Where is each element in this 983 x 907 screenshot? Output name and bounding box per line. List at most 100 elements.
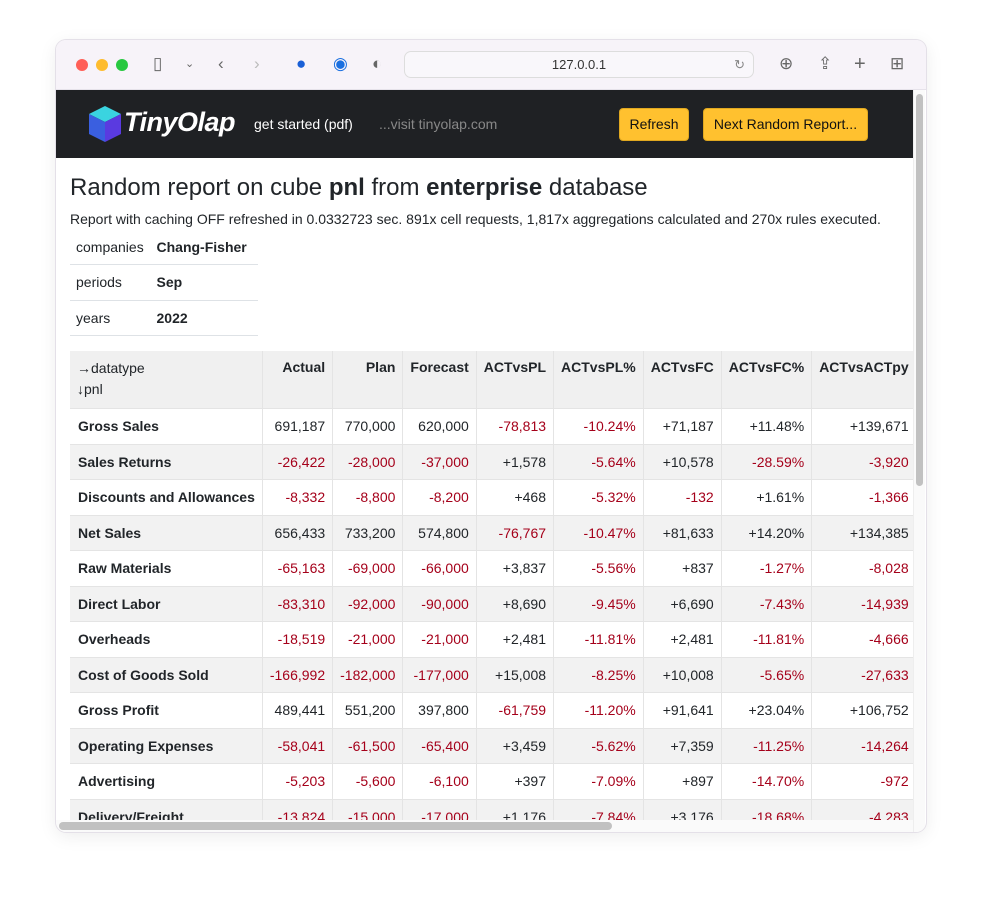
horizontal-scrollbar[interactable] — [56, 820, 913, 832]
context-member[interactable]: 2022 — [152, 300, 258, 336]
forward-icon[interactable]: › — [254, 54, 260, 74]
download-icon[interactable]: ⊕ — [779, 54, 793, 74]
share-icon[interactable]: ⇪ — [818, 54, 832, 74]
table-cell: -7.43% — [721, 585, 813, 622]
context-member[interactable]: Sep — [152, 264, 258, 301]
table-cell: -177,000 — [402, 656, 477, 693]
table-row: Gross Profit 489,441 551,200 397,800 -61,759… — [70, 692, 913, 728]
visit-site-link[interactable]: ...visit tinyolap.com — [379, 116, 497, 132]
chevron-down-icon[interactable]: ⌄ — [185, 54, 194, 74]
table-cell: +10,578 — [643, 443, 722, 480]
table-cell: -7.09% — [553, 763, 644, 799]
table-cell: +468 — [476, 479, 555, 515]
table-cell: +2,481 — [476, 621, 555, 657]
table-cell: -61,500 — [332, 727, 404, 764]
table-cell: +897 — [643, 763, 722, 799]
refresh-button[interactable]: Refresh — [619, 108, 689, 141]
table-row: Sales Returns -26,422 -28,000 -37,000 +1,578… — [70, 443, 913, 480]
table-row: Discounts and Allowances -8,332 -8,800 -8,2… — [70, 479, 913, 515]
row-label: Net Sales — [70, 514, 263, 551]
table-cell: -92,000 — [332, 585, 404, 622]
address-bar[interactable]: 127.0.0.1 ↻ — [404, 51, 754, 78]
table-cell: -132 — [643, 479, 722, 515]
table-cell: 620,000 — [402, 408, 477, 444]
zoom-window-button[interactable] — [116, 59, 128, 71]
table-cell: -11.81% — [721, 621, 813, 657]
table-cell: -65,400 — [402, 727, 477, 764]
next-random-report-button[interactable]: Next Random Report... — [703, 108, 868, 141]
table-cell: -1,366 — [811, 479, 913, 515]
table-cell: 656,433 — [262, 514, 334, 551]
sidebar-icon[interactable]: ▯ — [153, 54, 162, 74]
table-row: Operating Expenses -58,041 -61,500 -65,400 +… — [70, 727, 913, 764]
table-cell: -21,000 — [332, 621, 404, 657]
table-cell: -18,519 — [262, 621, 334, 657]
close-window-button[interactable] — [76, 59, 88, 71]
report-content: Random report on cube pnl from enterpris… — [56, 158, 913, 826]
table-cell: +837 — [643, 550, 722, 586]
tab-overview-icon[interactable]: ⊞ — [890, 54, 904, 74]
new-tab-icon[interactable]: + — [854, 54, 866, 74]
row-label: Sales Returns — [70, 443, 263, 480]
table-cell: +397 — [476, 763, 555, 799]
minimize-window-button[interactable] — [96, 59, 108, 71]
table-cell: -5.64% — [553, 443, 644, 480]
table-row: Raw Materials -65,163 -69,000 -66,000 +3,837… — [70, 550, 913, 586]
table-cell: -182,000 — [332, 656, 404, 693]
brand-logo[interactable]: TinyOlap — [124, 107, 236, 138]
table-cell: -5,203 — [262, 763, 334, 799]
table-row: Overheads -18,519 -21,000 -21,000 +2,481 -11.… — [70, 621, 913, 657]
shield-icon[interactable]: ◐ — [372, 54, 382, 74]
table-cell: -26,422 — [262, 443, 334, 480]
table-cell: -14,264 — [811, 727, 913, 764]
context-row: companies Chang-Fisher — [70, 229, 258, 265]
row-label: Cost of Goods Sold — [70, 656, 263, 693]
table-cell: +11.48% — [721, 408, 813, 444]
table-cell: -28,000 — [332, 443, 404, 480]
table-cell: +71,187 — [643, 408, 722, 444]
context-table: companies Chang-Fisher periods Sep years 2022 — [70, 229, 258, 336]
row-label: Gross Profit — [70, 692, 263, 728]
column-header: Forecast — [402, 351, 477, 409]
column-header: ACTvsPL% — [553, 351, 644, 409]
table-cell: +23.04% — [721, 692, 813, 728]
row-label: Operating Expenses — [70, 727, 263, 764]
context-member[interactable]: Chang-Fisher — [152, 229, 258, 265]
context-dimension: years — [70, 300, 153, 336]
table-cell: -83,310 — [262, 585, 334, 622]
table-cell: +139,671 — [811, 408, 913, 444]
table-cell: -61,759 — [476, 692, 555, 728]
column-header: ACTvsFC — [643, 351, 722, 409]
report-stats: Report with caching OFF refreshed in 0.0… — [70, 211, 881, 227]
column-header: ACTvsACTpy — [811, 351, 913, 409]
row-label: Gross Sales — [70, 408, 263, 444]
context-dimension: companies — [70, 229, 153, 265]
row-label: Advertising — [70, 763, 263, 799]
table-cell: -14,939 — [811, 585, 913, 622]
password-manager-icon[interactable]: ◉ — [333, 54, 348, 74]
context-row: periods Sep — [70, 264, 258, 301]
table-cell: -78,813 — [476, 408, 555, 444]
back-icon[interactable]: ‹ — [218, 54, 224, 74]
table-cell: 770,000 — [332, 408, 404, 444]
table-row: Cost of Goods Sold -166,992 -182,000 -177,0… — [70, 656, 913, 693]
row-label: Direct Labor — [70, 585, 263, 622]
table-cell: -4,666 — [811, 621, 913, 657]
table-cell: -76,767 — [476, 514, 555, 551]
table-cell: -8,200 — [402, 479, 477, 515]
table-cell: +134,385 — [811, 514, 913, 551]
get-started-link[interactable]: get started (pdf) — [254, 116, 353, 132]
column-header: ACTvsFC% — [721, 351, 813, 409]
table-row: Direct Labor -83,310 -92,000 -90,000 +8,690-… — [70, 585, 913, 622]
table-cell: -8.25% — [553, 656, 644, 693]
table-cell: -37,000 — [402, 443, 477, 480]
table-cell: +15,008 — [476, 656, 555, 693]
extension-icon[interactable]: ● — [296, 54, 306, 74]
vertical-scrollbar[interactable] — [913, 90, 925, 832]
row-label: Raw Materials — [70, 550, 263, 586]
table-cell: +3,837 — [476, 550, 555, 586]
table-cell: +81,633 — [643, 514, 722, 551]
table-cell: -5,600 — [332, 763, 404, 799]
reload-icon[interactable]: ↻ — [734, 52, 745, 77]
dimension-header: →datatype ↓pnl — [70, 351, 263, 409]
